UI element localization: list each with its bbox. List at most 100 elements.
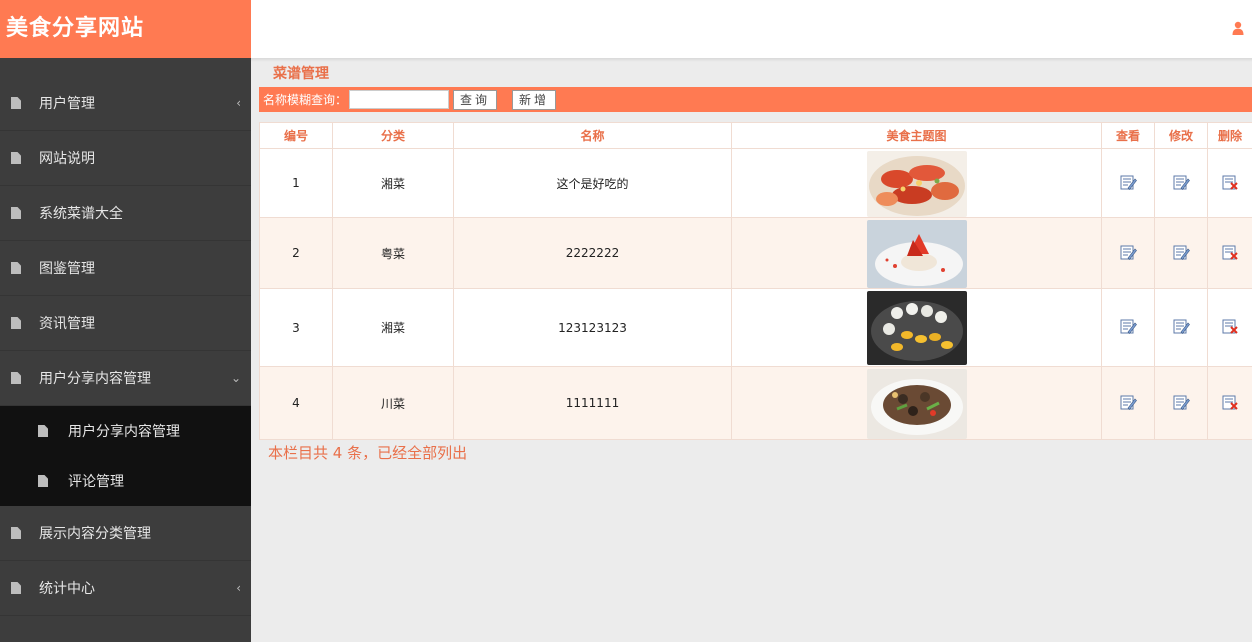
- cell-name: 123123123: [453, 288, 732, 367]
- cell-id: 1: [259, 148, 333, 218]
- view-icon[interactable]: [1119, 317, 1137, 335]
- cell-id: 3: [259, 288, 333, 367]
- column-header: 编号: [259, 122, 333, 149]
- recipe-table-wrap: 编号 分类 名称 美食主题图 查看 修改 删除 1 湘菜 这个是好吃的 2 粤菜…: [259, 122, 1252, 440]
- column-header: 名称: [453, 122, 732, 149]
- sidebar-item-gallery[interactable]: 图鉴管理: [0, 241, 251, 296]
- sidebar-item-recipes[interactable]: 系统菜谱大全: [0, 186, 251, 241]
- sidebar-subitem-share-content[interactable]: 用户分享内容管理: [0, 406, 251, 456]
- record-summary: 本栏目共 4 条，已经全部列出: [268, 444, 468, 462]
- column-header: 删除: [1207, 122, 1252, 149]
- cell-view: [1101, 366, 1155, 440]
- cell-name: 2222222: [453, 217, 732, 289]
- sidebar-subitem-comments[interactable]: 评论管理: [0, 456, 251, 506]
- edit-icon[interactable]: [1172, 173, 1190, 191]
- chevron-down-icon: ⌄: [230, 371, 241, 385]
- cell-image: [731, 288, 1102, 367]
- cell-name: 1111111: [453, 366, 732, 440]
- document-icon: [11, 582, 21, 594]
- view-icon[interactable]: [1119, 173, 1137, 191]
- edit-icon[interactable]: [1172, 243, 1190, 261]
- edit-icon[interactable]: [1172, 317, 1190, 335]
- header-shadow: [251, 58, 1252, 62]
- document-icon: [38, 475, 48, 487]
- sidebar-item-label: 系统菜谱大全: [39, 206, 123, 222]
- cell-id: 4: [259, 366, 333, 440]
- sidebar-item-label: 统计中心: [39, 581, 95, 597]
- dessert-plate-image: [866, 219, 967, 288]
- chevron-left-icon: ‹: [236, 581, 241, 595]
- top-header: [251, 0, 1252, 58]
- sidebar-item-categories[interactable]: 展示内容分类管理: [0, 506, 251, 561]
- sidebar: 美食分享网站 用户管理 ‹ 网站说明 系统菜谱大全 图鉴管理 资讯管理 用户分享…: [0, 0, 251, 642]
- document-icon: [11, 152, 21, 164]
- cell-edit: [1154, 217, 1208, 289]
- user-icon[interactable]: [1232, 21, 1244, 35]
- sidebar-item-label: 图鉴管理: [39, 261, 95, 277]
- sidebar-item-label: 资讯管理: [39, 316, 95, 332]
- sidebar-item-label: 网站说明: [39, 151, 95, 167]
- chevron-left-icon: ‹: [236, 96, 241, 110]
- document-icon: [11, 262, 21, 274]
- delete-icon[interactable]: [1221, 393, 1239, 411]
- sidebar-item-label: 展示内容分类管理: [39, 526, 151, 542]
- cell-image: [731, 148, 1102, 218]
- view-icon[interactable]: [1119, 393, 1137, 411]
- table-row: 2 粤菜 2222222: [259, 217, 1252, 289]
- column-header: 查看: [1101, 122, 1155, 149]
- search-toolbar: 名称模糊查询： 查询 新增: [259, 87, 1252, 112]
- cell-id: 2: [259, 217, 333, 289]
- cell-image: [731, 366, 1102, 440]
- cell-delete: [1207, 217, 1252, 289]
- sidebar-item-news[interactable]: 资讯管理: [0, 296, 251, 351]
- sidebar-item-user-share[interactable]: 用户分享内容管理 ⌄: [0, 351, 251, 406]
- sidebar-submenu: 用户分享内容管理 评论管理: [0, 406, 251, 506]
- sidebar-item-statistics[interactable]: 统计中心 ‹: [0, 561, 251, 616]
- cell-view: [1101, 288, 1155, 367]
- document-icon: [38, 425, 48, 437]
- stir-fry-dish-image: [866, 368, 967, 439]
- add-button[interactable]: 新增: [512, 89, 557, 110]
- cell-view: [1101, 217, 1155, 289]
- recipe-table: 编号 分类 名称 美食主题图 查看 修改 删除 1 湘菜 这个是好吃的 2 粤菜…: [259, 122, 1252, 440]
- sidebar-item-label: 用户管理: [39, 96, 95, 112]
- shrimp-dish-image: [866, 150, 967, 217]
- table-row: 1 湘菜 这个是好吃的: [259, 148, 1252, 218]
- edit-icon[interactable]: [1172, 393, 1190, 411]
- cell-edit: [1154, 148, 1208, 218]
- page-title: 菜谱管理: [273, 66, 329, 82]
- cell-delete: [1207, 288, 1252, 367]
- cell-edit: [1154, 288, 1208, 367]
- cell-name: 这个是好吃的: [453, 148, 732, 218]
- cell-view: [1101, 148, 1155, 218]
- cell-category: 粤菜: [332, 217, 454, 289]
- sidebar-item-user-management[interactable]: 用户管理 ‹: [0, 76, 251, 131]
- cell-delete: [1207, 366, 1252, 440]
- document-icon: [11, 207, 21, 219]
- sidebar-subitem-label: 评论管理: [68, 474, 124, 490]
- column-header: 修改: [1154, 122, 1208, 149]
- delete-icon[interactable]: [1221, 317, 1239, 335]
- query-button[interactable]: 查询: [453, 89, 498, 110]
- table-row: 4 川菜 1111111: [259, 366, 1252, 440]
- sidebar-subitem-label: 用户分享内容管理: [68, 424, 180, 440]
- document-icon: [11, 372, 21, 384]
- cell-category: 湘菜: [332, 148, 454, 218]
- sidebar-item-label: 用户分享内容管理: [39, 371, 151, 387]
- cell-category: 湘菜: [332, 288, 454, 367]
- document-icon: [11, 97, 21, 109]
- cell-category: 川菜: [332, 366, 454, 440]
- sidebar-item-site-info[interactable]: 网站说明: [0, 131, 251, 186]
- delete-icon[interactable]: [1221, 173, 1239, 191]
- column-header: 美食主题图: [731, 122, 1102, 149]
- dumpling-platter-image: [866, 291, 967, 365]
- delete-icon[interactable]: [1221, 243, 1239, 261]
- view-icon[interactable]: [1119, 243, 1137, 261]
- cell-edit: [1154, 366, 1208, 440]
- search-label: 名称模糊查询：: [263, 93, 348, 107]
- table-row: 3 湘菜 123123123: [259, 288, 1252, 367]
- brand-logo: 美食分享网站: [0, 0, 251, 58]
- document-icon: [11, 317, 21, 329]
- search-input[interactable]: [349, 90, 450, 109]
- cell-image: [731, 217, 1102, 289]
